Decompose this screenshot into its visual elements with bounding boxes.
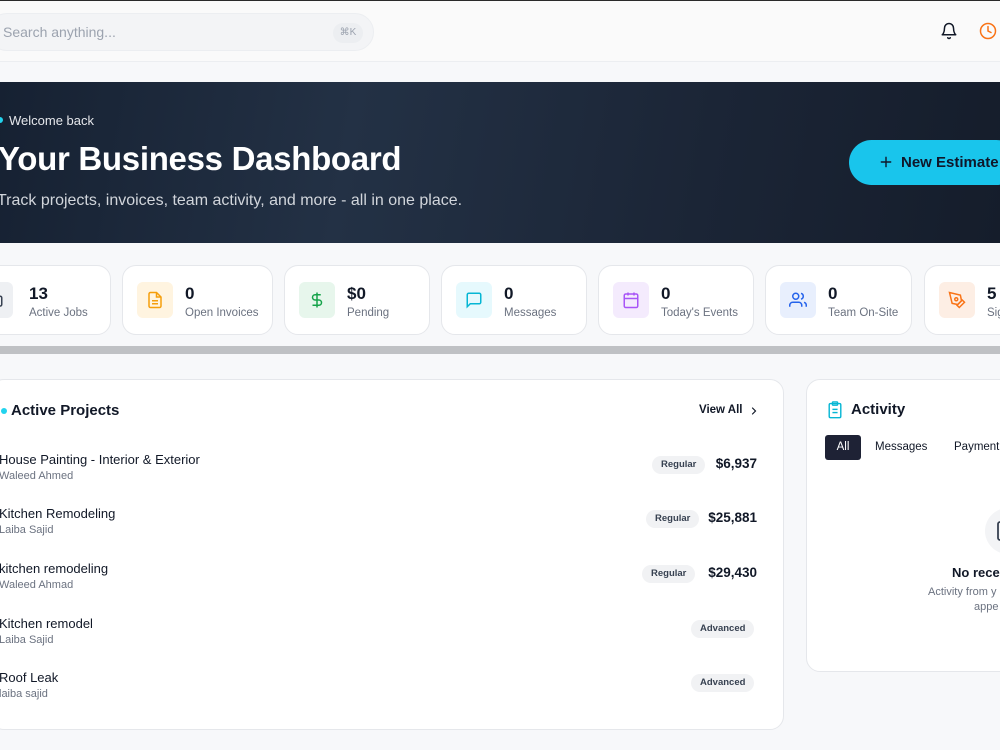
project-name: Kitchen remodel: [0, 616, 93, 631]
project-client: Laiba Sajid: [0, 634, 54, 646]
view-all-link[interactable]: View All: [699, 404, 742, 416]
plus-icon: [880, 156, 892, 168]
stat-label: Pending: [347, 307, 390, 319]
project-name: kitchen remodeling: [0, 561, 109, 576]
project-client: laiba sajid: [0, 688, 48, 700]
project-client: Laiba Sajid: [0, 524, 54, 536]
card-title: Active Projects: [11, 402, 120, 419]
stat-card-signatures[interactable]: 5 Sig: [924, 265, 1000, 335]
project-amount: $25,881: [708, 510, 757, 525]
search-input[interactable]: Search anything... ⌘K: [0, 13, 374, 51]
stat-card-messages[interactable]: 0 Messages: [441, 265, 587, 335]
activity-card: Activity All Messages Payment No rece Ac…: [806, 379, 1000, 672]
calendar-icon: [613, 282, 649, 318]
project-amount: $6,937: [715, 456, 757, 471]
welcome-text: Welcome back: [9, 113, 95, 128]
stat-card-pending[interactable]: $0 Pending: [284, 265, 430, 335]
stat-card-active-jobs[interactable]: 13 Active Jobs: [0, 265, 111, 335]
stat-value: 0: [828, 284, 838, 303]
tab-all[interactable]: All: [825, 435, 861, 460]
project-row[interactable]: Kitchen Remodeling Laiba Sajid Regular $…: [0, 506, 785, 550]
active-projects-card: Active Projects View All House Painting …: [0, 379, 784, 730]
pen-tool-icon: [939, 282, 975, 318]
horizontal-scrollbar[interactable]: [0, 346, 1000, 354]
keyboard-shortcut-badge: ⌘K: [333, 23, 363, 43]
status-dot-icon: [1, 408, 7, 414]
message-icon: [456, 282, 492, 318]
status-dot-icon: [0, 117, 3, 123]
clock-icon[interactable]: [979, 22, 997, 40]
dollar-icon: [299, 282, 335, 318]
stat-value: 13: [29, 284, 48, 303]
chevron-right-icon[interactable]: [748, 405, 760, 417]
stat-card-todays-events[interactable]: 0 Today's Events: [598, 265, 754, 335]
stat-label: Team On-Site: [828, 307, 899, 319]
new-estimate-label: New Estimate: [901, 154, 999, 171]
project-client: Waleed Ahmed: [0, 470, 74, 482]
stat-label: Today's Events: [661, 307, 738, 319]
briefcase-icon: [0, 282, 13, 318]
stat-label: Messages: [504, 307, 557, 319]
empty-state-title: No rece: [952, 565, 1000, 580]
top-bar: Search anything... ⌘K: [0, 0, 1000, 62]
project-tier-badge: Advanced: [691, 674, 755, 692]
stat-value: $0: [347, 284, 366, 303]
project-name: House Painting - Interior & Exterior: [0, 452, 200, 467]
page-title: Your Business Dashboard: [0, 140, 402, 177]
project-tier-badge: Advanced: [691, 620, 755, 638]
stat-label: Sig: [987, 307, 1000, 319]
project-tier-badge: Regular: [642, 565, 696, 583]
project-row[interactable]: Roof Leak laiba sajid Advanced: [0, 670, 785, 714]
tab-messages[interactable]: Messages: [875, 435, 927, 460]
hero-banner: Welcome back Your Business Dashboard Tra…: [0, 82, 1000, 243]
empty-state-text: appe: [974, 601, 999, 613]
project-tier-badge: Regular: [646, 510, 700, 528]
page-subtitle: Track projects, invoices, team activity,…: [0, 192, 463, 209]
stat-card-open-invoices[interactable]: 0 Open Invoices: [122, 265, 273, 335]
stat-value: 5: [987, 284, 997, 303]
file-text-icon: [137, 282, 173, 318]
stat-value: 0: [661, 284, 671, 303]
project-row[interactable]: Kitchen remodel Laiba Sajid Advanced: [0, 616, 785, 660]
search-placeholder: Search anything...: [3, 24, 116, 40]
project-client: Waleed Ahmad: [0, 579, 74, 591]
clipboard-icon: [828, 401, 842, 419]
stat-label: Active Jobs: [29, 307, 88, 319]
new-estimate-button[interactable]: New Estimate: [849, 140, 1000, 185]
stat-label: Open Invoices: [185, 307, 259, 319]
empty-state-icon: [985, 508, 1000, 554]
project-name: Kitchen Remodeling: [0, 506, 116, 521]
stat-value: 0: [504, 284, 514, 303]
project-tier-badge: Regular: [652, 456, 706, 474]
stat-card-team-on-site[interactable]: 0 Team On-Site: [765, 265, 912, 335]
project-name: Roof Leak: [0, 670, 59, 685]
empty-state-text: Activity from y: [928, 586, 997, 598]
tab-payments[interactable]: Payment: [954, 435, 999, 460]
project-amount: $29,430: [708, 565, 757, 580]
stat-value: 0: [185, 284, 195, 303]
project-row[interactable]: kitchen remodeling Waleed Ahmad Regular …: [0, 561, 785, 605]
bell-icon[interactable]: [940, 22, 958, 40]
card-title: Activity: [851, 401, 906, 418]
project-row[interactable]: House Painting - Interior & Exterior Wal…: [0, 452, 785, 496]
users-icon: [780, 282, 816, 318]
